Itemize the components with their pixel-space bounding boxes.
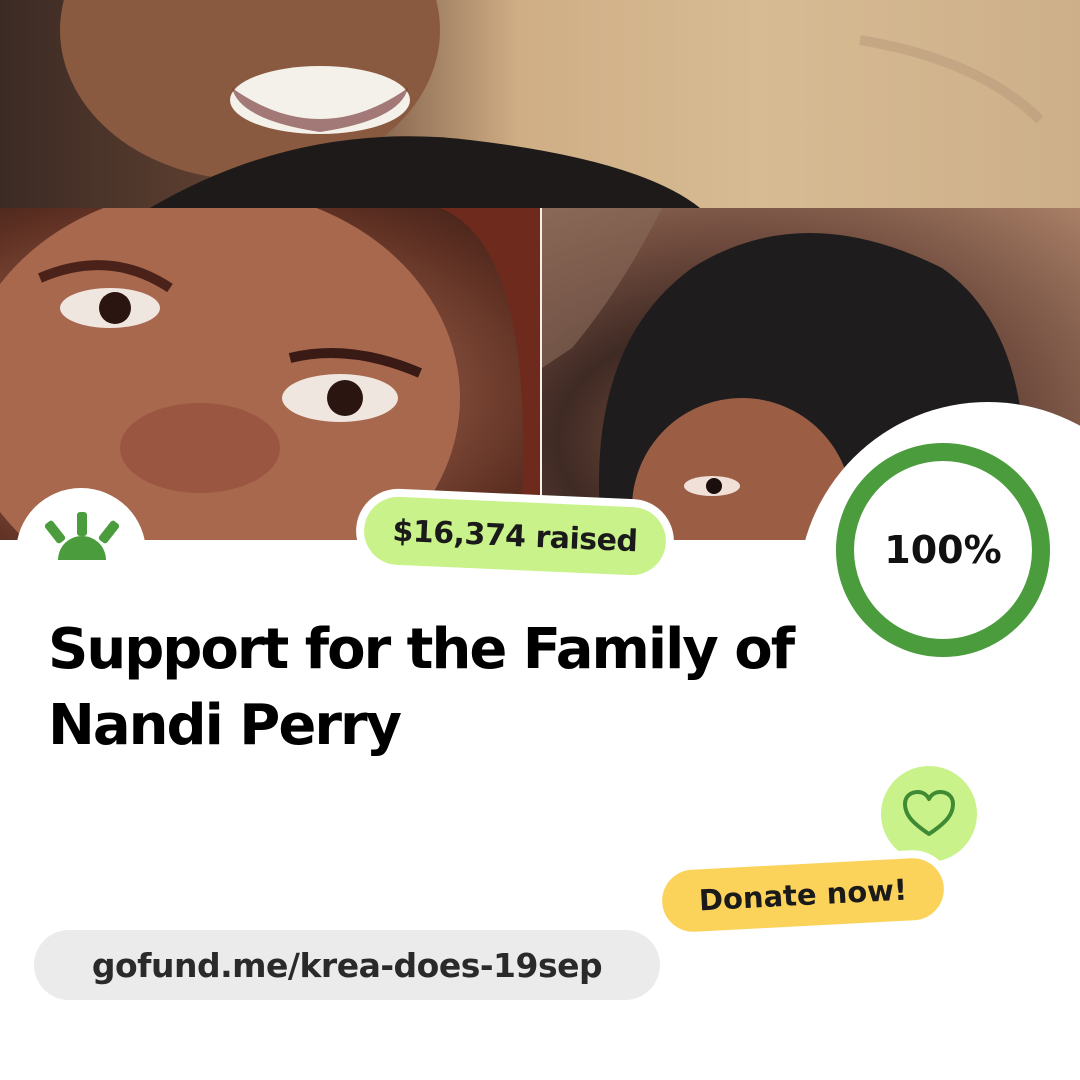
donate-button[interactable]: Donate now! xyxy=(660,856,946,934)
campaign-url[interactable]: gofund.me/krea-does-19sep xyxy=(34,930,660,1000)
heart-badge xyxy=(881,766,977,862)
fundraiser-card: $16,374 raised 100% Support for the Fami… xyxy=(0,0,1080,1080)
raised-amount-badge: $16,374 raised xyxy=(354,487,676,585)
heart-icon xyxy=(903,790,955,836)
raised-amount-label: $16,374 raised xyxy=(362,495,668,577)
campaign-title: Support for the Family of Nandi Perry xyxy=(48,617,795,758)
donate-button-wrapper[interactable]: Donate now! xyxy=(652,848,954,942)
photo-top xyxy=(0,0,1080,208)
progress-percent: 100% xyxy=(884,528,1002,572)
gofundme-sunrise-icon xyxy=(44,512,120,560)
photo-divider xyxy=(540,208,542,540)
